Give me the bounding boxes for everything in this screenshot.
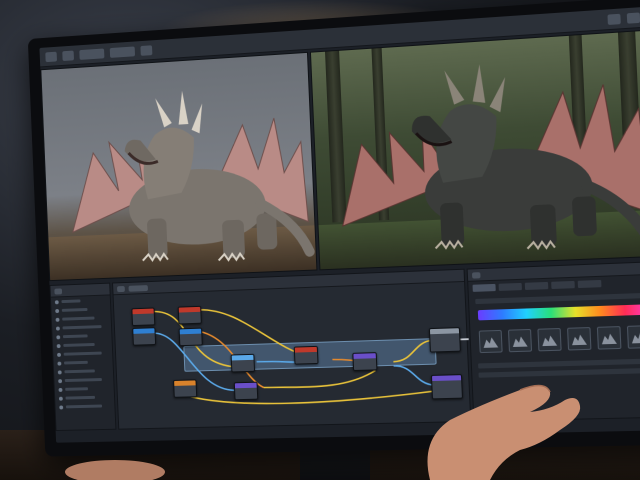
thumbnail-row	[470, 314, 640, 354]
node-material-output[interactable]	[428, 327, 461, 353]
node-color-red[interactable]	[177, 305, 202, 325]
settings-icon[interactable]	[607, 13, 621, 25]
outliner-item-label	[65, 387, 89, 391]
object-icon	[55, 317, 60, 322]
outliner-item-label	[63, 342, 95, 347]
outliner-item-label	[62, 325, 102, 330]
dragon-textured-model	[318, 63, 640, 267]
menu-icon[interactable]	[45, 51, 57, 62]
object-icon	[55, 308, 60, 313]
object-icon	[57, 352, 61, 357]
tab-3[interactable]	[524, 281, 549, 290]
object-icon	[57, 369, 62, 374]
maximize-icon[interactable]	[626, 11, 640, 24]
user-left-hand	[65, 460, 165, 480]
object-icon	[58, 378, 63, 383]
object-icon	[54, 299, 59, 304]
outliner-item-label	[63, 351, 102, 356]
dragon-thumbnail-icon[interactable]	[596, 326, 622, 350]
dragon-clay-model	[48, 90, 317, 278]
outliner-list	[51, 295, 115, 411]
user-right-hand	[427, 384, 581, 480]
outliner-item-label	[61, 299, 81, 304]
window-icon[interactable]	[140, 44, 153, 56]
viewport-right[interactable]	[309, 29, 640, 271]
object-icon	[58, 396, 63, 401]
node-mix-blue[interactable]	[230, 353, 256, 373]
render-menu[interactable]	[109, 45, 136, 58]
outliner-icon[interactable]	[54, 287, 63, 295]
property-row[interactable]	[475, 292, 640, 305]
node-texture-red[interactable]	[131, 307, 156, 327]
node-bump-purple[interactable]	[233, 381, 259, 401]
outliner-item[interactable]	[55, 401, 114, 411]
outliner-item-label	[64, 378, 102, 383]
node-ramp-orange[interactable]	[173, 379, 198, 398]
outliner-item-label	[64, 360, 88, 365]
file-icon[interactable]	[62, 50, 74, 61]
dragon-thumbnail-icon[interactable]	[626, 325, 640, 349]
object-icon	[57, 361, 62, 366]
outliner-item-label	[61, 307, 88, 312]
outliner-panel	[49, 282, 117, 432]
outliner-item-label	[64, 369, 95, 374]
tab-2[interactable]	[498, 282, 522, 291]
outliner-item-label	[65, 395, 96, 400]
object-icon	[56, 334, 61, 339]
outliner-item-label	[62, 316, 95, 321]
edit-menu[interactable]	[79, 48, 105, 60]
dragon-thumbnail-icon[interactable]	[567, 327, 592, 351]
properties-icon[interactable]	[471, 271, 481, 279]
outliner-item-label	[65, 404, 103, 409]
tab-5[interactable]	[577, 279, 602, 289]
node-shader-purple[interactable]	[352, 352, 378, 372]
node-shader-red[interactable]	[293, 345, 319, 365]
node-mapping-blue[interactable]	[178, 327, 203, 347]
object-icon	[56, 343, 61, 348]
dragon-thumbnail-icon[interactable]	[537, 327, 562, 352]
viewport-left[interactable]	[40, 51, 318, 282]
tab-4[interactable]	[551, 280, 575, 290]
dragon-thumbnail-icon[interactable]	[507, 328, 533, 353]
tab-1[interactable]	[472, 283, 496, 292]
node-texture-blue[interactable]	[132, 327, 157, 346]
object-icon	[58, 387, 63, 392]
outliner-item-label	[62, 334, 88, 339]
object-icon	[55, 326, 60, 331]
object-icon	[59, 404, 64, 409]
